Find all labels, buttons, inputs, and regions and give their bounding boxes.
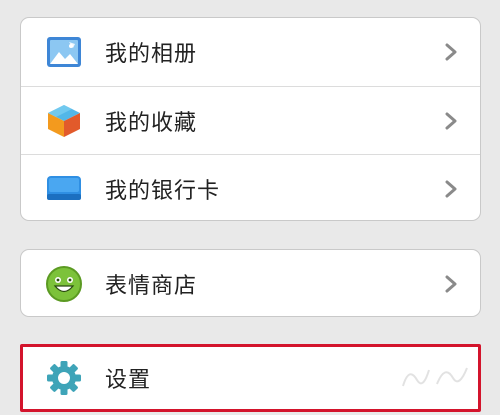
- menu-item-photo-album[interactable]: 我的相册: [21, 18, 480, 86]
- photo-album-icon: [45, 33, 83, 71]
- menu-item-label: 我的银行卡: [105, 178, 221, 204]
- chevron-right-icon: [445, 275, 457, 293]
- chevron-right-icon: [445, 112, 457, 129]
- chevron-right-icon: [445, 180, 457, 197]
- menu-item-bank-card[interactable]: 我的银行卡: [21, 154, 480, 220]
- menu-item-label: 表情商店: [105, 274, 198, 299]
- menu-item-label: 我的收藏: [105, 110, 198, 136]
- menu-group-main: 我的相册 我的收藏 我的银行卡: [20, 17, 481, 221]
- chevron-right-icon: [445, 43, 457, 61]
- emoji-smile-icon: [45, 265, 83, 303]
- watermark: [402, 367, 468, 387]
- menu-item-label: 设置: [105, 368, 152, 393]
- bank-card-icon: [45, 170, 83, 208]
- menu-group-emoji: 表情商店: [20, 249, 481, 317]
- gear-icon: [45, 359, 83, 397]
- favorites-box-icon: [45, 102, 83, 140]
- menu-item-label: 我的相册: [105, 42, 198, 67]
- menu-item-favorites[interactable]: 我的收藏: [21, 86, 480, 154]
- menu-item-emoji-store[interactable]: 表情商店: [21, 250, 480, 316]
